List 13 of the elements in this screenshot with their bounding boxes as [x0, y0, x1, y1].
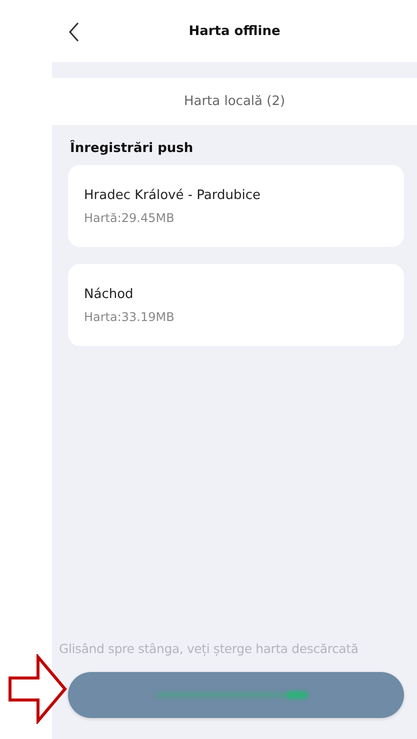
map-size: Harta:33.19MB	[84, 310, 176, 324]
page-title: Harta offline	[188, 24, 280, 38]
pointer-arrow-drawing	[8, 654, 67, 724]
local-map-tab[interactable]: Harta locală (2)	[184, 94, 286, 109]
back-icon[interactable]	[68, 22, 80, 42]
map-name: Náchod	[84, 286, 134, 302]
map-name: Hradec Králové - Pardubice	[84, 188, 262, 202]
map-size: Hartă:29.45MB	[84, 210, 176, 224]
hint-text: Glisând spre stânga, veți șterge harta descărcată	[59, 641, 360, 656]
section-title: Înregistrări push	[70, 141, 194, 156]
map-card[interactable]: Náchod Harta:33.19MB	[68, 264, 404, 346]
map-card[interactable]: Hradec Králové - Pardubice Hartă:29.45MB	[68, 165, 404, 247]
slide-button[interactable]	[68, 672, 404, 718]
